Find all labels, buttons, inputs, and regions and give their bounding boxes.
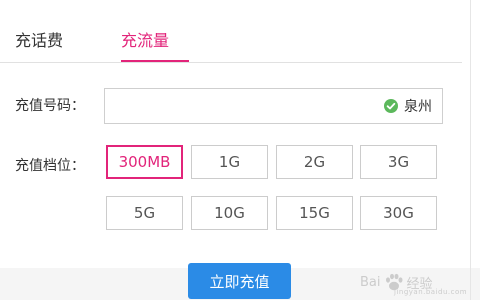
- amount-option-3g[interactable]: 3G: [360, 145, 437, 179]
- check-circle-icon: [384, 99, 398, 113]
- phone-number-label: 充值号码：: [15, 98, 85, 114]
- tabs-divider: [0, 62, 462, 63]
- amount-option-10g[interactable]: 10G: [191, 196, 268, 230]
- amount-label: 充值档位：: [15, 158, 85, 174]
- tab-bar: 充话费 充流量: [0, 0, 470, 64]
- location-text: 泉州: [404, 99, 432, 115]
- recharge-panel: 充话费 充流量 充值号码： 泉州 充值档位： 300MB 1G 2G 3G 5G…: [0, 0, 480, 300]
- amount-option-2g[interactable]: 2G: [276, 145, 353, 179]
- amount-option-300mb[interactable]: 300MB: [106, 145, 183, 179]
- tab-phone-credit[interactable]: 充话费: [15, 31, 63, 51]
- amount-option-5g[interactable]: 5G: [106, 196, 183, 230]
- watermark-brand-left: Bai: [360, 274, 381, 290]
- location-indicator: 泉州: [384, 97, 432, 115]
- panel-right-border: [470, 0, 471, 300]
- amount-option-1g[interactable]: 1G: [191, 145, 268, 179]
- baidu-jingyan-watermark: Bai 经验 jingyan.baidu.com: [360, 266, 478, 298]
- phone-number-field[interactable]: 泉州: [104, 88, 443, 124]
- tab-data-plan[interactable]: 充流量: [121, 31, 169, 51]
- recharge-now-button[interactable]: 立即充值: [188, 263, 291, 299]
- watermark-url: jingyan.baidu.com: [394, 288, 468, 296]
- amount-option-30g[interactable]: 30G: [360, 196, 437, 230]
- amount-option-15g[interactable]: 15G: [276, 196, 353, 230]
- phone-number-input[interactable]: [111, 95, 375, 119]
